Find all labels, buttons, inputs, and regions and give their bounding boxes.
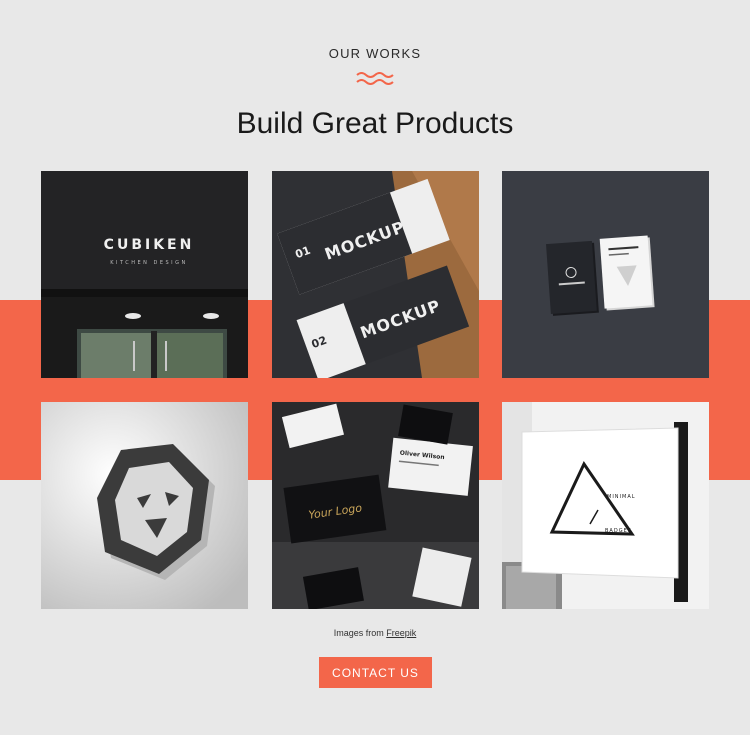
contact-us-button[interactable]: CONTACT US [319, 657, 432, 688]
wave-divider-icon [356, 72, 394, 85]
gallery-image-business-cards-dark[interactable] [502, 171, 709, 378]
credit-prefix: Images from [333, 628, 384, 638]
gallery-image-mockup-cards[interactable]: 01 MOCKUP 02 MOCKUP [272, 171, 479, 378]
sign-text-line1: MINIMAL [607, 494, 636, 500]
section-eyebrow: OUR WORKS [328, 46, 422, 61]
gallery-image-hanging-sign[interactable]: MINIMAL BADGES [502, 402, 709, 609]
gallery-image-gold-logo-cards[interactable]: Your Logo Oliver Wilson [272, 402, 479, 609]
page-title: Build Great Products [236, 107, 514, 140]
sign-text-line2: BADGES [605, 528, 632, 534]
storefront-sign-subtext: KITCHEN DESIGN [110, 260, 188, 266]
gallery-image-storefront[interactable]: CUBIKEN KITCHEN DESIGN [41, 171, 248, 378]
image-credit: Images from Freepik [0, 628, 750, 638]
gallery-image-lion-logo[interactable] [41, 402, 248, 609]
freepik-link[interactable]: Freepik [386, 628, 416, 638]
storefront-sign-text: CUBIKEN [104, 237, 195, 253]
